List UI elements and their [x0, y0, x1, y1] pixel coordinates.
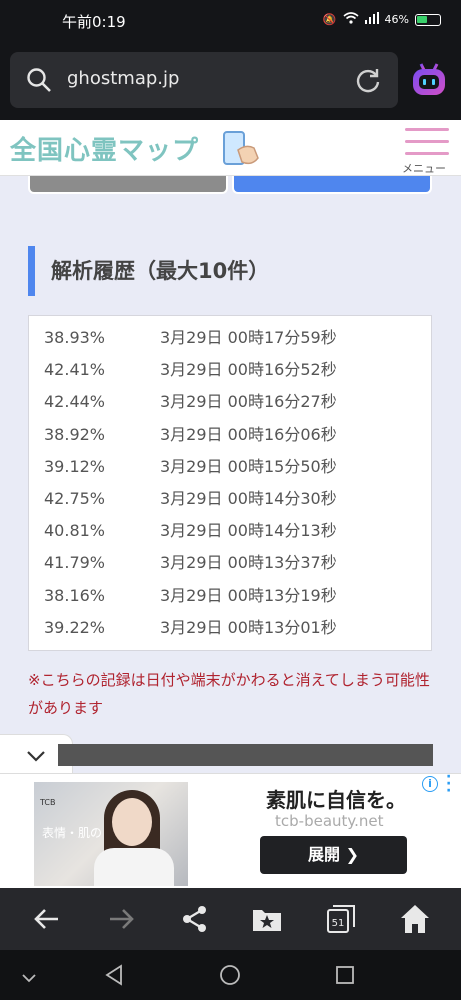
menu-label[interactable]: メニュー [402, 160, 446, 176]
nav-recents-icon[interactable] [335, 965, 355, 989]
ad-url[interactable]: tcb-beauty.net [275, 812, 384, 830]
nav-back-icon[interactable] [104, 964, 124, 990]
model-face [112, 798, 152, 846]
history-datetime: 3月29日 00時16分52秒 [160, 360, 337, 380]
history-datetime: 3月29日 00時17分59秒 [160, 328, 337, 347]
history-percent: 42.44% [44, 392, 106, 412]
history-list: 38.93% 3月29日 00時17分59秒 42.41% 3月29日 00時16分5… [28, 315, 432, 651]
dark-bar [58, 744, 433, 766]
ad-info-icon[interactable]: i [422, 776, 438, 792]
ad-banner[interactable]: TCB 表情・肌の 素肌に自信を。 tcb-beauty.net 展開 ❯ i … [0, 770, 461, 888]
search-icon [26, 67, 52, 97]
assistant-bot-icon[interactable] [410, 60, 448, 102]
hamburger-menu-icon[interactable] [405, 128, 449, 164]
status-time: 午前0:19 [62, 13, 126, 31]
history-title: 解析履歴（最大10件） [28, 246, 269, 296]
signal-icon [364, 12, 379, 27]
wifi-icon [343, 12, 359, 27]
nav-home-icon[interactable] [219, 964, 241, 990]
bookmark-star-icon[interactable] [250, 902, 284, 936]
reload-icon[interactable] [354, 66, 382, 98]
ad-title[interactable]: 素肌に自信を。 [266, 784, 406, 813]
blue-button[interactable] [232, 176, 432, 194]
history-datetime: 3月29日 00時13分01秒 [160, 617, 337, 637]
site-header: 全国心霊マップ メニュー [0, 120, 461, 176]
history-datetime: 3月29日 00時13分37秒 [160, 553, 337, 573]
history-datetime: 3月29日 00時14分30秒 [160, 489, 337, 508]
ad-image-copy: 表情・肌の [42, 826, 103, 840]
history-percent: 42.41% [44, 360, 106, 380]
status-icons: 🔕 46% [323, 12, 441, 27]
home-icon[interactable] [398, 902, 432, 936]
system-nav-bar [0, 950, 461, 1000]
browser-bottom-bar: 51 [0, 888, 461, 950]
share-icon[interactable] [178, 902, 212, 936]
forward-arrow-icon[interactable] [104, 902, 138, 936]
history-datetime: 3月29日 00時13分19秒 [160, 585, 337, 605]
history-percent: 41.79% [44, 553, 106, 573]
history-percent: 38.92% [44, 424, 106, 444]
tabs-icon[interactable]: 51 [324, 902, 358, 936]
site-logo[interactable]: 全国心霊マップ [10, 130, 199, 167]
ad-brand: TCB [40, 798, 56, 807]
back-arrow-icon[interactable] [30, 902, 64, 936]
tab-count: 51 [332, 918, 345, 929]
chevron-down-icon [26, 747, 46, 766]
history-datetime: 3月29日 00時14分13秒 [160, 521, 337, 541]
history-datetime: 3月29日 00時16分27秒 [160, 392, 337, 412]
address-bar[interactable]: ghostmap.jp [10, 52, 398, 108]
history-percent: 40.81% [44, 521, 106, 541]
history-note: ※こちらの記録は日付や端末がかわると消えてしまう可能性があります [28, 671, 430, 717]
browser-toolbar: ghostmap.jp [0, 42, 461, 120]
battery-percent: 46% [384, 13, 409, 26]
status-bar: 午前0:19 🔕 46% [0, 0, 461, 42]
gray-button[interactable] [28, 176, 228, 194]
ad-more-icon[interactable]: · · · [446, 770, 451, 798]
history-percent: 38.16% [44, 585, 106, 605]
mute-icon: 🔕 [322, 13, 337, 26]
ad-image[interactable]: TCB 表情・肌の [34, 782, 188, 886]
battery-icon [415, 13, 441, 26]
history-datetime: 3月29日 00時16分06秒 [160, 424, 337, 444]
history-percent: 38.93% [44, 328, 106, 347]
history-percent: 39.12% [44, 456, 106, 476]
history-datetime: 3月29日 00時15分50秒 [160, 456, 337, 476]
history-percent: 42.75% [44, 489, 106, 508]
model-body [94, 848, 174, 886]
nav-hide-icon[interactable] [22, 968, 36, 987]
url-text[interactable]: ghostmap.jp [67, 68, 179, 89]
ad-expand-button[interactable]: 展開 ❯ [260, 836, 407, 874]
history-percent: 39.22% [44, 617, 106, 637]
phone-hand-icon [222, 130, 260, 170]
main-content: 解析履歴（最大10件） 38.93% 3月29日 00時17分59秒 42.41% 3… [15, 176, 447, 776]
